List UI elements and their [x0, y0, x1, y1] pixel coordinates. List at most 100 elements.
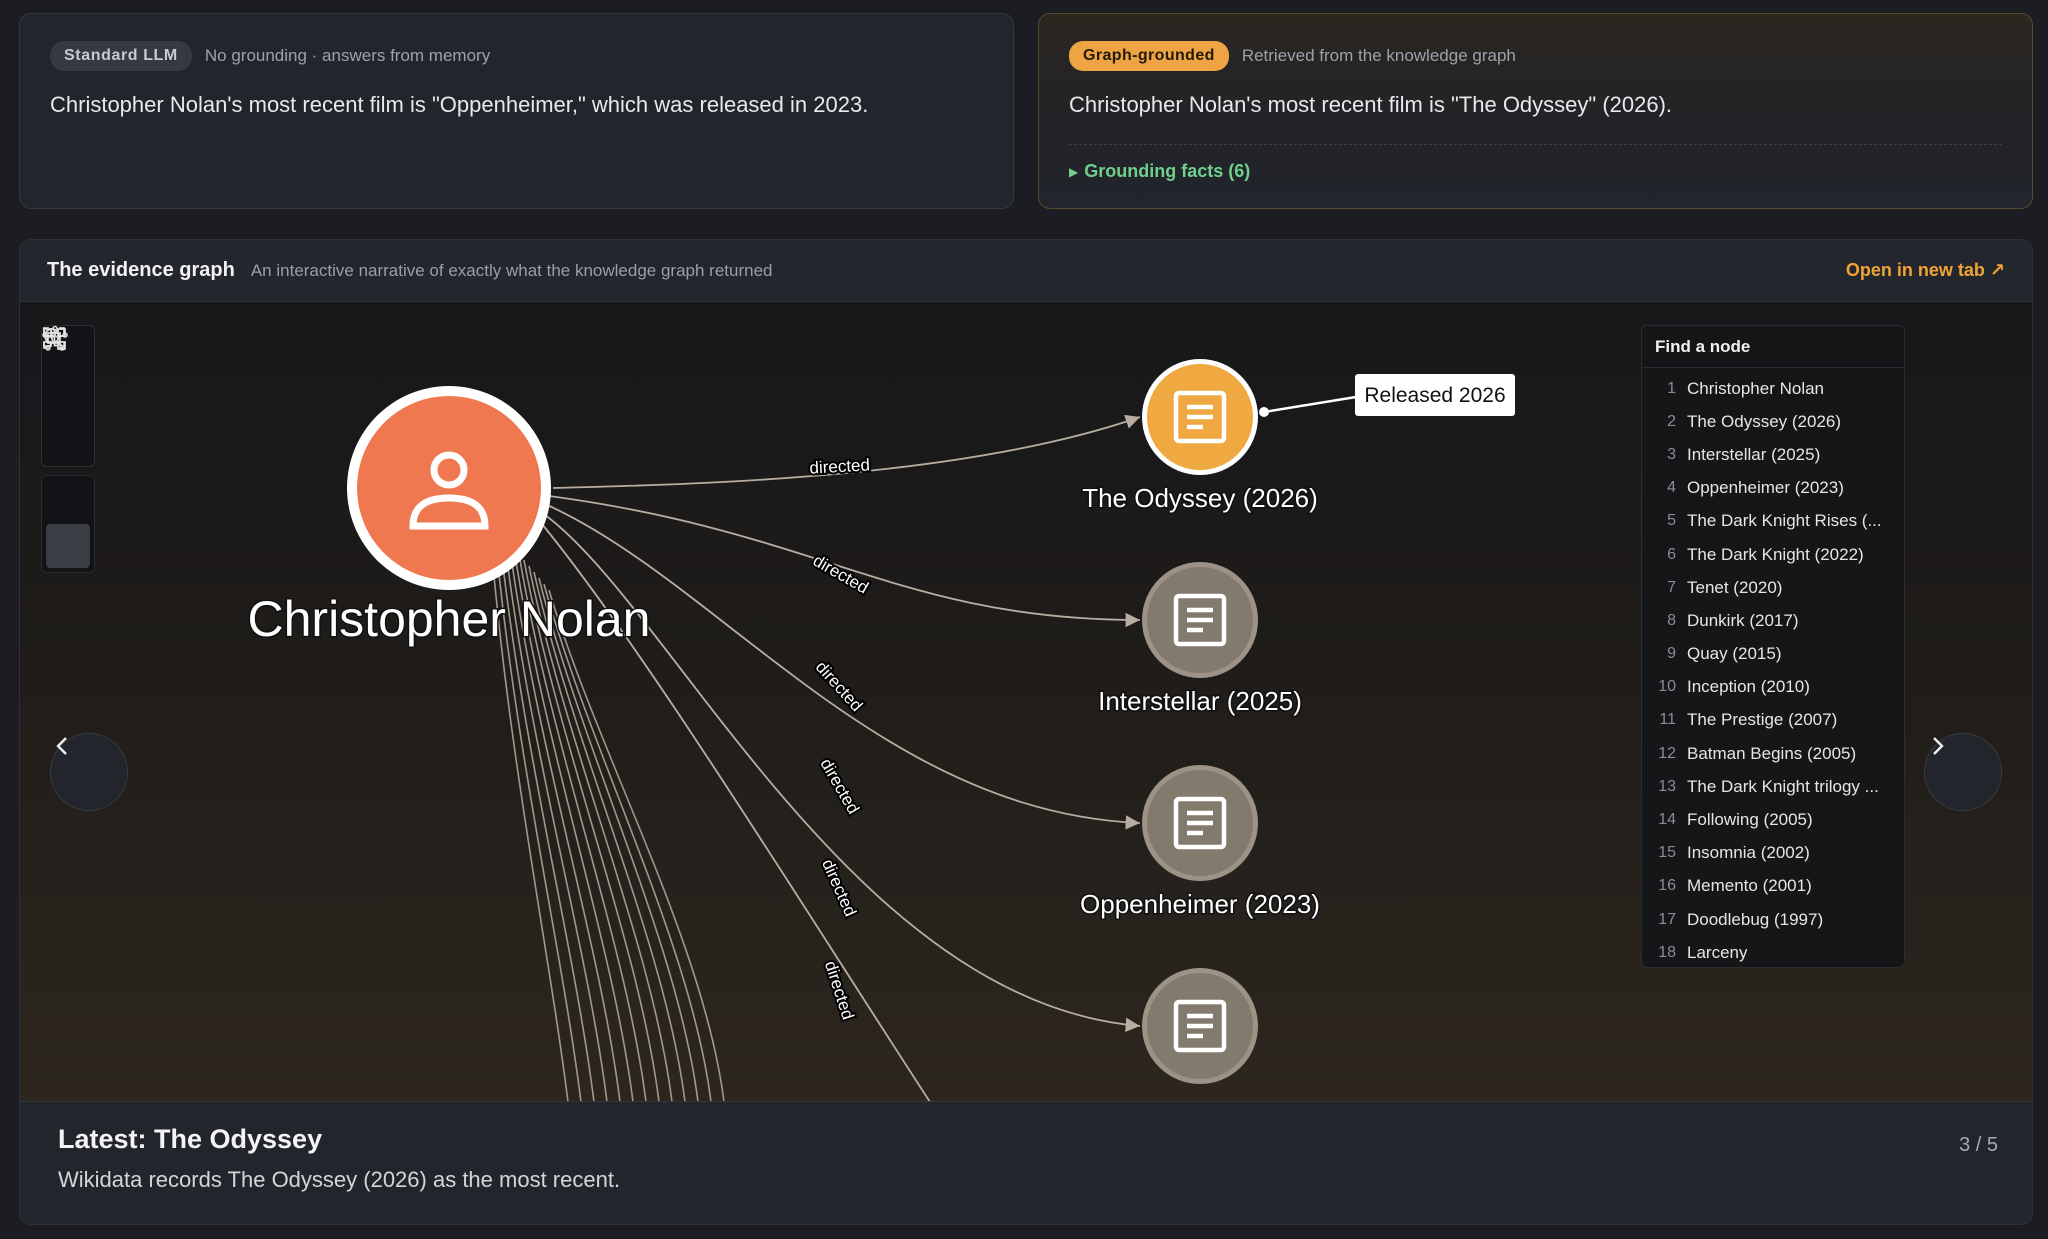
find-node-label: Dunkirk (2017) [1687, 610, 1799, 630]
film-node-label: Oppenheimer (2023) [1080, 889, 1320, 919]
find-node-item[interactable]: 13 The Dark Knight trilogy ... [1642, 770, 1904, 803]
find-node-number: 18 [1658, 943, 1676, 961]
previous-step-button[interactable] [50, 733, 128, 811]
standard-llm-subtitle: No grounding · answers from memory [204, 46, 491, 65]
tree-layout-icon[interactable] [43, 328, 90, 568]
find-node-title: Find a node [1642, 326, 1904, 368]
zoom-out-icon[interactable] [44, 328, 90, 462]
find-node-item[interactable]: 3 Interstellar (2025) [1642, 438, 1904, 471]
next-step-button[interactable] [1924, 733, 2002, 811]
find-node-label: Christopher Nolan [1687, 378, 1825, 398]
find-node-label: Interstellar (2025) [1687, 444, 1821, 464]
fit-view-icon[interactable] [43, 327, 90, 418]
find-node-item[interactable]: 15 Insomnia (2002) [1642, 837, 1904, 870]
find-node-label: Oppenheimer (2023) [1687, 478, 1844, 498]
find-node-number: 2 [1667, 412, 1676, 430]
edge-label: directed [809, 455, 870, 477]
find-node-item[interactable]: 18 Larceny [1642, 936, 1904, 967]
caption-title: Latest: The Odyssey [58, 1124, 323, 1154]
edge-label: directed [816, 755, 863, 817]
graph-canvas[interactable]: directed directed directed directed directed… [20, 302, 2032, 1101]
film-node-label: The Odyssey (2026) [1082, 483, 1318, 513]
graph-grounded-subtitle: Retrieved from the knowledge graph [1241, 46, 1516, 65]
person-node-label: Christopher Nolan [248, 591, 651, 647]
evidence-graph-title: The evidence graph [47, 259, 235, 281]
find-node-label: Following (2005) [1687, 810, 1813, 830]
find-node-number: 13 [1658, 777, 1676, 795]
callout-anchor [1259, 407, 1269, 417]
graph-edge [538, 577, 699, 1101]
find-node-label: Tenet (2020) [1687, 577, 1783, 597]
find-node-item[interactable]: 2 The Odyssey (2026) [1642, 405, 1904, 438]
find-node-number: 4 [1667, 479, 1676, 497]
find-node-item[interactable]: 8 Dunkirk (2017) [1642, 604, 1904, 637]
graph-grounded-answer: Christopher Nolan's most recent film is … [1069, 92, 1673, 117]
find-node-item[interactable]: 11 The Prestige (2007) [1642, 704, 1904, 737]
find-node-number: 6 [1667, 545, 1676, 563]
find-node-number: 15 [1658, 844, 1676, 862]
grounding-facts-label: Grounding facts (6) [1084, 161, 1251, 181]
find-node-item[interactable]: 17 Doodlebug (1997) [1642, 903, 1904, 936]
evidence-graph-subtitle: An interactive narrative of exactly what… [250, 260, 773, 280]
find-node-item[interactable]: 1 Christopher Nolan [1642, 372, 1904, 405]
find-node-number: 14 [1658, 811, 1676, 829]
standard-llm-card: Standard LLM No grounding · answers from… [19, 13, 1014, 209]
find-node-item[interactable]: 12 Batman Begins (2005) [1642, 737, 1904, 770]
graph-toolbar [41, 325, 95, 581]
graph-grounded-badge: Graph-grounded [1069, 41, 1229, 71]
find-node-number: 8 [1667, 611, 1676, 629]
find-node-label: The Dark Knight Rises (... [1687, 511, 1882, 531]
find-node-list: 1 Christopher Nolan 2 The Odyssey (2026) 3 In… [1642, 368, 1904, 967]
find-node-label: Memento (2001) [1687, 876, 1812, 896]
film-node-label: Interstellar (2025) [1098, 686, 1302, 716]
step-counter: 3 / 5 [1959, 1134, 1998, 1156]
find-node-item[interactable]: 5 The Dark Knight Rises (... [1642, 505, 1904, 538]
find-node-item[interactable]: 7 Tenet (2020) [1642, 571, 1904, 604]
find-node-panel: Find a node 1 Christopher Nolan 2 The Odyss… [1641, 325, 1905, 968]
edge-label: directed [812, 657, 867, 715]
edge-label: directed [818, 856, 860, 919]
standard-llm-badge: Standard LLM [50, 41, 192, 71]
find-node-label: Larceny [1687, 942, 1748, 962]
find-node-number: 16 [1658, 877, 1676, 895]
find-node-label: Inception (2010) [1687, 677, 1810, 697]
graph-edge [552, 414, 1141, 489]
find-node-number: 3 [1667, 445, 1676, 463]
find-node-number: 5 [1667, 512, 1676, 530]
chevron-left-icon [56, 737, 67, 755]
find-node-label: The Dark Knight (2022) [1687, 544, 1864, 564]
callout-connector [1263, 395, 1357, 414]
find-node-item[interactable]: 14 Following (2005) [1642, 803, 1904, 836]
callout-text: Released 2026 [1364, 384, 1505, 407]
find-node-label: The Odyssey (2026) [1687, 411, 1842, 431]
standard-llm-answer: Christopher Nolan's most recent film is … [50, 92, 869, 117]
find-node-label: Doodlebug (1997) [1687, 909, 1824, 929]
find-node-number: 7 [1667, 578, 1676, 596]
caption-text: Wikidata records The Odyssey (2026) as t… [58, 1167, 621, 1192]
narrative-caption: Latest: The Odyssey Wikidata records The… [20, 1101, 2032, 1224]
find-node-label: The Dark Knight trilogy ... [1687, 776, 1879, 796]
find-node-number: 17 [1658, 910, 1676, 928]
find-node-number: 10 [1658, 678, 1676, 696]
open-in-new-tab-link[interactable]: Open in new tab ↗ [1846, 260, 2005, 281]
find-node-item[interactable]: 16 Memento (2001) [1642, 870, 1904, 903]
evidence-graph-header: The evidence graph An interactive narrat… [20, 240, 2032, 302]
grounding-facts-toggle[interactable]: ▶ Grounding facts (6) [1069, 161, 2002, 182]
chevron-right-icon [1933, 737, 1944, 755]
find-node-item[interactable]: 4 Oppenheimer (2023) [1642, 472, 1904, 505]
edge-label: directed [821, 959, 858, 1022]
evidence-graph-section: The evidence graph An interactive narrat… [19, 239, 2033, 1225]
find-node-item[interactable]: 9 Quay (2015) [1642, 638, 1904, 671]
find-node-number: 9 [1667, 645, 1676, 663]
find-node-number: 1 [1667, 379, 1676, 397]
card-divider [1069, 144, 2002, 145]
force-layout-icon[interactable] [42, 325, 90, 524]
graph-grounded-card: Graph-grounded Retrieved from the knowle… [1038, 13, 2033, 209]
find-node-item[interactable]: 10 Inception (2010) [1642, 671, 1904, 704]
find-node-label: Insomnia (2002) [1687, 843, 1810, 863]
find-node-number: 12 [1658, 744, 1676, 762]
expand-triangle-icon: ▶ [1069, 164, 1079, 179]
find-node-label: Batman Begins (2005) [1687, 743, 1857, 763]
find-node-item[interactable]: 6 The Dark Knight (2022) [1642, 538, 1904, 571]
find-node-label: Quay (2015) [1687, 644, 1782, 664]
